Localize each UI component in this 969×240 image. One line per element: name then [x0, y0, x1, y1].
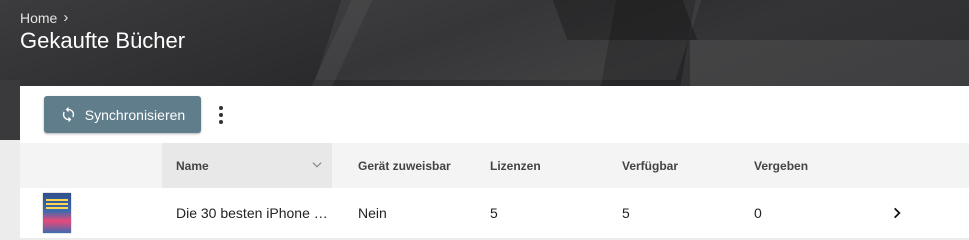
column-header-assignable[interactable]: Gerät zuweisbar [358, 143, 451, 188]
books-table: Name Gerät zuweisbar Lizenzen Verfügbar … [20, 143, 969, 238]
column-header-assigned[interactable]: Vergeben [754, 143, 808, 188]
breadcrumb-home-link[interactable]: Home [20, 10, 57, 26]
column-header-name[interactable]: Name [162, 143, 332, 188]
sync-icon [62, 106, 74, 123]
table-row[interactable]: Die 30 besten iPhone … Nein 5 5 0 [20, 188, 969, 238]
table-header: Name Gerät zuweisbar Lizenzen Verfügbar … [20, 143, 969, 188]
content-panel: Synchronisieren Name Gerät zuweisbar Liz… [20, 86, 969, 238]
book-licenses: 5 [490, 205, 498, 221]
book-name: Die 30 besten iPhone … [176, 205, 328, 221]
chevron-down-icon [312, 162, 322, 168]
book-available: 5 [622, 205, 630, 221]
sync-button[interactable]: Synchronisieren [44, 96, 201, 133]
toolbar: Synchronisieren [20, 86, 969, 143]
column-header-licenses[interactable]: Lizenzen [490, 143, 541, 188]
book-assignable: Nein [358, 205, 387, 221]
chevron-right-icon: › [63, 9, 69, 26]
book-assigned: 0 [754, 205, 762, 221]
page-title: Gekaufte Bücher [20, 28, 186, 53]
chevron-right-icon[interactable] [890, 188, 904, 238]
sync-button-label: Synchronisieren [84, 106, 186, 123]
breadcrumb: Home › [20, 9, 68, 26]
book-cover-image [43, 193, 71, 233]
more-options-icon[interactable] [213, 104, 229, 126]
column-header-available[interactable]: Verfügbar [622, 143, 678, 188]
